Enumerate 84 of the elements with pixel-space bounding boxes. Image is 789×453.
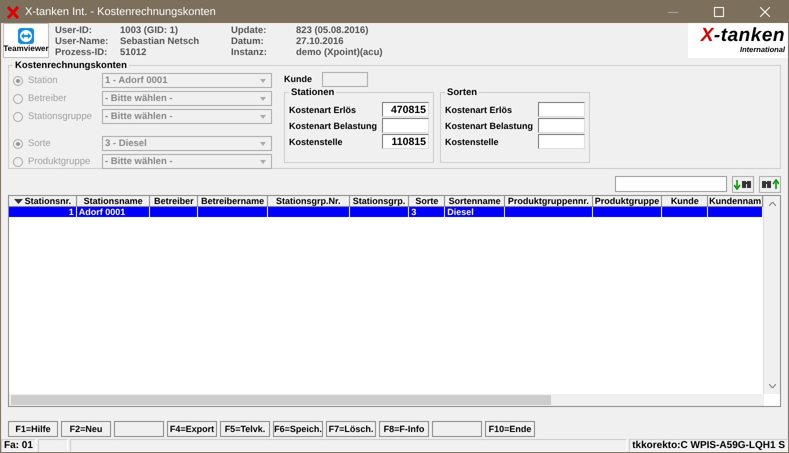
caret-icon: [258, 158, 268, 164]
window-title: X-tanken Int. - Kostenrechnungskonten: [25, 6, 217, 18]
status-text: Fa: 01: [1, 439, 36, 452]
input-field[interactable]: [538, 118, 585, 133]
scrollbar-thumb[interactable]: [11, 395, 551, 405]
info-label: Update:: [231, 25, 268, 36]
function-key[interactable]: F10=Ende: [485, 421, 535, 437]
column-header[interactable]: Betreiber: [150, 196, 198, 207]
column-header[interactable]: Produktgruppennr.: [505, 196, 593, 207]
function-key[interactable]: F2=Neu: [61, 421, 111, 437]
teamviewer-button[interactable]: Teamviewer: [3, 23, 49, 58]
status-text: tkkorekto:C WPIS-A59G-LQH1 S: [629, 439, 788, 452]
radio-label: Betreiber: [28, 93, 68, 104]
info-label: Datum:: [231, 36, 265, 47]
input-field[interactable]: [538, 102, 585, 117]
search-down-button[interactable]: [732, 176, 754, 192]
field-label: Kostenart Erlös: [289, 104, 356, 114]
table-cell: 3: [411, 207, 416, 217]
column-header[interactable]: Produktgruppe: [592, 196, 662, 207]
info-value: 51012: [120, 47, 148, 58]
function-key[interactable]: F4=Export: [167, 421, 217, 437]
radio-label: Sorte: [28, 138, 52, 149]
arrows-icon: [18, 28, 34, 44]
info-value: Sebastian Netsch: [120, 36, 200, 47]
column-header[interactable]: Stationsgrp.: [350, 196, 410, 207]
column-header[interactable]: Betreibername: [198, 196, 268, 207]
function-key[interactable]: [114, 421, 164, 437]
column-header[interactable]: Kundennam: [708, 196, 763, 207]
info-value: 823 (05.08.2016): [296, 25, 370, 36]
group-title: Stationen: [290, 87, 336, 98]
field-label: Kostenart Belastung: [289, 120, 378, 130]
caret-icon: [258, 114, 268, 120]
column-header[interactable]: Kunde: [662, 196, 708, 207]
function-key[interactable]: F1=Hilfe: [8, 421, 58, 437]
scroll-down-icon[interactable]: [768, 384, 776, 388]
field-label: Kostenstelle: [445, 136, 499, 146]
group-title: Kostenrechnungskonten: [14, 60, 128, 71]
column-header[interactable]: Sortenname: [445, 196, 506, 207]
radio-label: Stationsgruppe: [28, 111, 93, 122]
group-title: Sorten: [446, 87, 478, 98]
sort-icon: [14, 198, 23, 204]
search-field[interactable]: [615, 176, 727, 192]
info-label: Prozess-ID:: [55, 47, 108, 58]
column-header[interactable]: Sorte: [409, 196, 446, 207]
x-icon: [7, 6, 19, 18]
caret-icon: [258, 78, 268, 84]
function-key[interactable]: F7=Lösch.: [326, 421, 376, 437]
radio-label: Produktgruppe: [28, 156, 92, 167]
function-key[interactable]: F5=Telvk.: [220, 421, 270, 437]
info-value: 27.10.2016: [296, 36, 345, 47]
function-key[interactable]: F8=F-Info: [379, 421, 429, 437]
info-label: User-ID:: [55, 25, 93, 36]
close-icon: [760, 7, 770, 17]
info-value: 1003 (GID: 1): [120, 25, 180, 36]
function-key[interactable]: [432, 421, 482, 437]
scroll-up-icon[interactable]: [768, 202, 776, 206]
column-header[interactable]: Stationsname: [76, 196, 150, 207]
search-up-button[interactable]: [759, 176, 781, 192]
binoculars-up-icon: [761, 178, 779, 190]
maximize-icon: [714, 7, 724, 17]
field-label: Kostenart Erlös: [445, 104, 512, 114]
column-header[interactable]: Stationsgrp.Nr.: [268, 196, 350, 207]
table-cell: Diesel: [447, 207, 474, 217]
function-key[interactable]: F6=Speich.: [273, 421, 323, 437]
table-cell: 1: [68, 207, 74, 217]
table-row[interactable]: 1 Adorf 0001 3 Diesel: [9, 207, 763, 217]
caret-icon: [258, 140, 268, 146]
column-header[interactable]: Stationsnr.: [9, 196, 77, 207]
table-cell: Adorf 0001: [78, 207, 126, 217]
field-label: Kostenstelle: [289, 136, 343, 146]
status-panel: [38, 439, 68, 452]
input-field[interactable]: 110815: [382, 134, 429, 149]
info-label: Instanz:: [231, 47, 268, 58]
caret-icon: [258, 96, 268, 102]
input-field[interactable]: 470815: [382, 102, 429, 117]
field-label: Kostenart Belastung: [445, 120, 534, 130]
info-label: User-Name:: [55, 36, 110, 47]
radio-label: Station: [28, 75, 59, 86]
info-value: demo (Xpoint)(acu): [296, 47, 384, 58]
field-label: Kunde: [284, 74, 312, 84]
binoculars-down-icon: [734, 178, 752, 190]
input-field[interactable]: [322, 72, 368, 86]
input-field[interactable]: [538, 134, 585, 149]
input-field[interactable]: [382, 118, 429, 133]
